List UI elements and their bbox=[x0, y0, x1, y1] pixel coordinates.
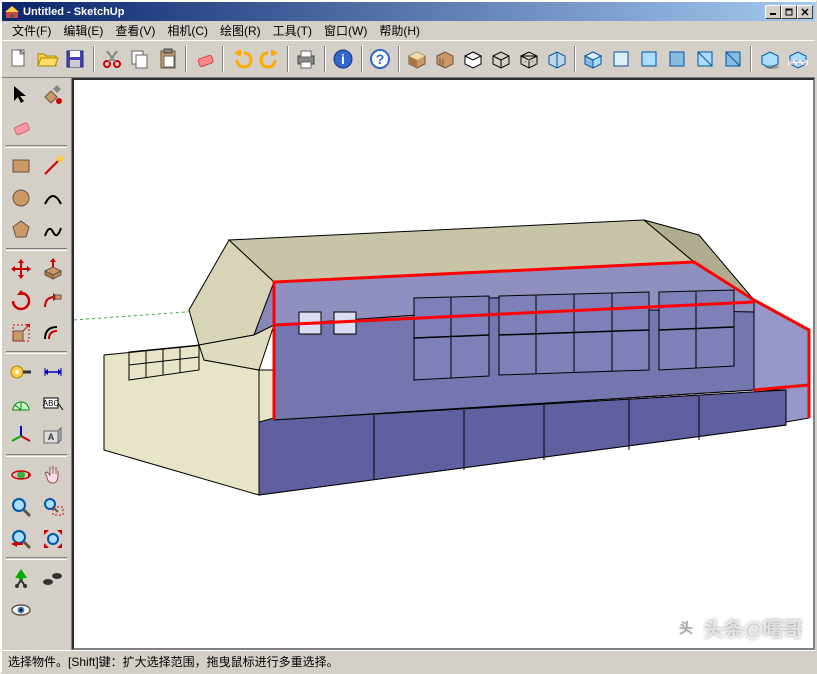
svg-text:ABC: ABC bbox=[42, 399, 59, 408]
position-tool[interactable] bbox=[6, 563, 36, 593]
left-toolbar: ABC A bbox=[2, 78, 72, 650]
move-tool[interactable] bbox=[6, 254, 36, 284]
look-tool[interactable] bbox=[6, 595, 36, 625]
view-top-button[interactable] bbox=[608, 44, 635, 74]
rectangle-tool[interactable] bbox=[6, 151, 36, 181]
redo-button[interactable] bbox=[256, 44, 283, 74]
fog-button[interactable] bbox=[784, 44, 811, 74]
style-hidden-button[interactable] bbox=[487, 44, 514, 74]
polygon-tool[interactable] bbox=[6, 215, 36, 245]
menu-tools[interactable]: 工具(T) bbox=[267, 20, 318, 41]
view-right-button[interactable] bbox=[664, 44, 691, 74]
zoomwindow-tool[interactable] bbox=[38, 492, 68, 522]
rotate-tool[interactable] bbox=[6, 286, 36, 316]
menu-bar: 文件(F) 编辑(E) 查看(V) 相机(C) 绘图(R) 工具(T) 窗口(W… bbox=[2, 21, 815, 40]
print-button[interactable] bbox=[293, 44, 320, 74]
paste-button[interactable] bbox=[154, 44, 181, 74]
3dtext-tool[interactable]: A bbox=[38, 421, 68, 451]
freehand-tool[interactable] bbox=[38, 215, 68, 245]
eraser-tool[interactable] bbox=[6, 112, 36, 142]
menu-camera[interactable]: 相机(C) bbox=[161, 20, 214, 41]
orbit-tool[interactable] bbox=[6, 460, 36, 490]
pushpull-tool[interactable] bbox=[38, 254, 68, 284]
view-iso-button[interactable] bbox=[580, 44, 607, 74]
style-texture-button[interactable] bbox=[432, 44, 459, 74]
save-file-button[interactable] bbox=[62, 44, 89, 74]
walk-tool[interactable] bbox=[38, 563, 68, 593]
style-mono-button[interactable] bbox=[459, 44, 486, 74]
style-xray-button[interactable] bbox=[543, 44, 570, 74]
shadow-button[interactable] bbox=[756, 44, 783, 74]
tape-tool[interactable] bbox=[6, 357, 36, 387]
new-file-button[interactable] bbox=[6, 44, 33, 74]
menu-draw[interactable]: 绘图(R) bbox=[214, 20, 267, 41]
maximize-button[interactable] bbox=[781, 5, 797, 19]
view-front-button[interactable] bbox=[636, 44, 663, 74]
protractor-tool[interactable] bbox=[6, 389, 36, 419]
status-bar: 选择物件。[Shift]键：扩大选择范围，拖曳鼠标进行多重选择。 bbox=[2, 650, 815, 672]
window-title: Untitled - SketchUp bbox=[23, 6, 765, 18]
svg-text:?: ? bbox=[376, 51, 385, 67]
view-left-button[interactable] bbox=[719, 44, 746, 74]
dimension-tool[interactable] bbox=[38, 357, 68, 387]
text-tool[interactable]: ABC bbox=[38, 389, 68, 419]
menu-edit[interactable]: 编辑(E) bbox=[57, 20, 109, 41]
viewport[interactable]: 头 头条@曙哥 bbox=[72, 78, 815, 650]
circle-tool[interactable] bbox=[6, 183, 36, 213]
menu-window[interactable]: 窗口(W) bbox=[318, 20, 373, 41]
cut-button[interactable] bbox=[99, 44, 126, 74]
axes-tool[interactable] bbox=[6, 421, 36, 451]
menu-file[interactable]: 文件(F) bbox=[6, 20, 57, 41]
style-wire-button[interactable] bbox=[515, 44, 542, 74]
line-tool[interactable] bbox=[38, 151, 68, 181]
paint-tool[interactable] bbox=[38, 80, 68, 110]
pan-tool[interactable] bbox=[38, 460, 68, 490]
erase-button[interactable] bbox=[191, 44, 218, 74]
svg-text:i: i bbox=[341, 51, 345, 67]
style-shaded-button[interactable] bbox=[404, 44, 431, 74]
svg-text:头: 头 bbox=[679, 620, 693, 636]
model-drawing bbox=[74, 80, 814, 650]
menu-view[interactable]: 查看(V) bbox=[109, 20, 161, 41]
model-info-button[interactable]: i bbox=[330, 44, 357, 74]
zoomextents-tool[interactable] bbox=[38, 524, 68, 554]
offset-tool[interactable] bbox=[38, 318, 68, 348]
title-bar: Untitled - SketchUp bbox=[2, 2, 815, 21]
scale-tool[interactable] bbox=[6, 318, 36, 348]
undo-button[interactable] bbox=[228, 44, 255, 74]
view-back-button[interactable] bbox=[692, 44, 719, 74]
arc-tool[interactable] bbox=[38, 183, 68, 213]
minimize-button[interactable] bbox=[765, 5, 781, 19]
watermark: 头 头条@曙哥 bbox=[675, 613, 803, 642]
menu-help[interactable]: 帮助(H) bbox=[373, 20, 426, 41]
main-toolbar: i? bbox=[2, 40, 815, 78]
prev-tool[interactable] bbox=[6, 524, 36, 554]
copy-button[interactable] bbox=[127, 44, 154, 74]
app-icon bbox=[4, 4, 20, 20]
select-tool[interactable] bbox=[6, 80, 36, 110]
zoom-tool[interactable] bbox=[6, 492, 36, 522]
follow-tool[interactable] bbox=[38, 286, 68, 316]
help-button[interactable]: ? bbox=[367, 44, 394, 74]
svg-text:A: A bbox=[47, 432, 54, 442]
close-button[interactable] bbox=[797, 5, 813, 19]
status-text: 选择物件。[Shift]键：扩大选择范围，拖曳鼠标进行多重选择。 bbox=[8, 653, 339, 670]
open-file-button[interactable] bbox=[34, 44, 61, 74]
